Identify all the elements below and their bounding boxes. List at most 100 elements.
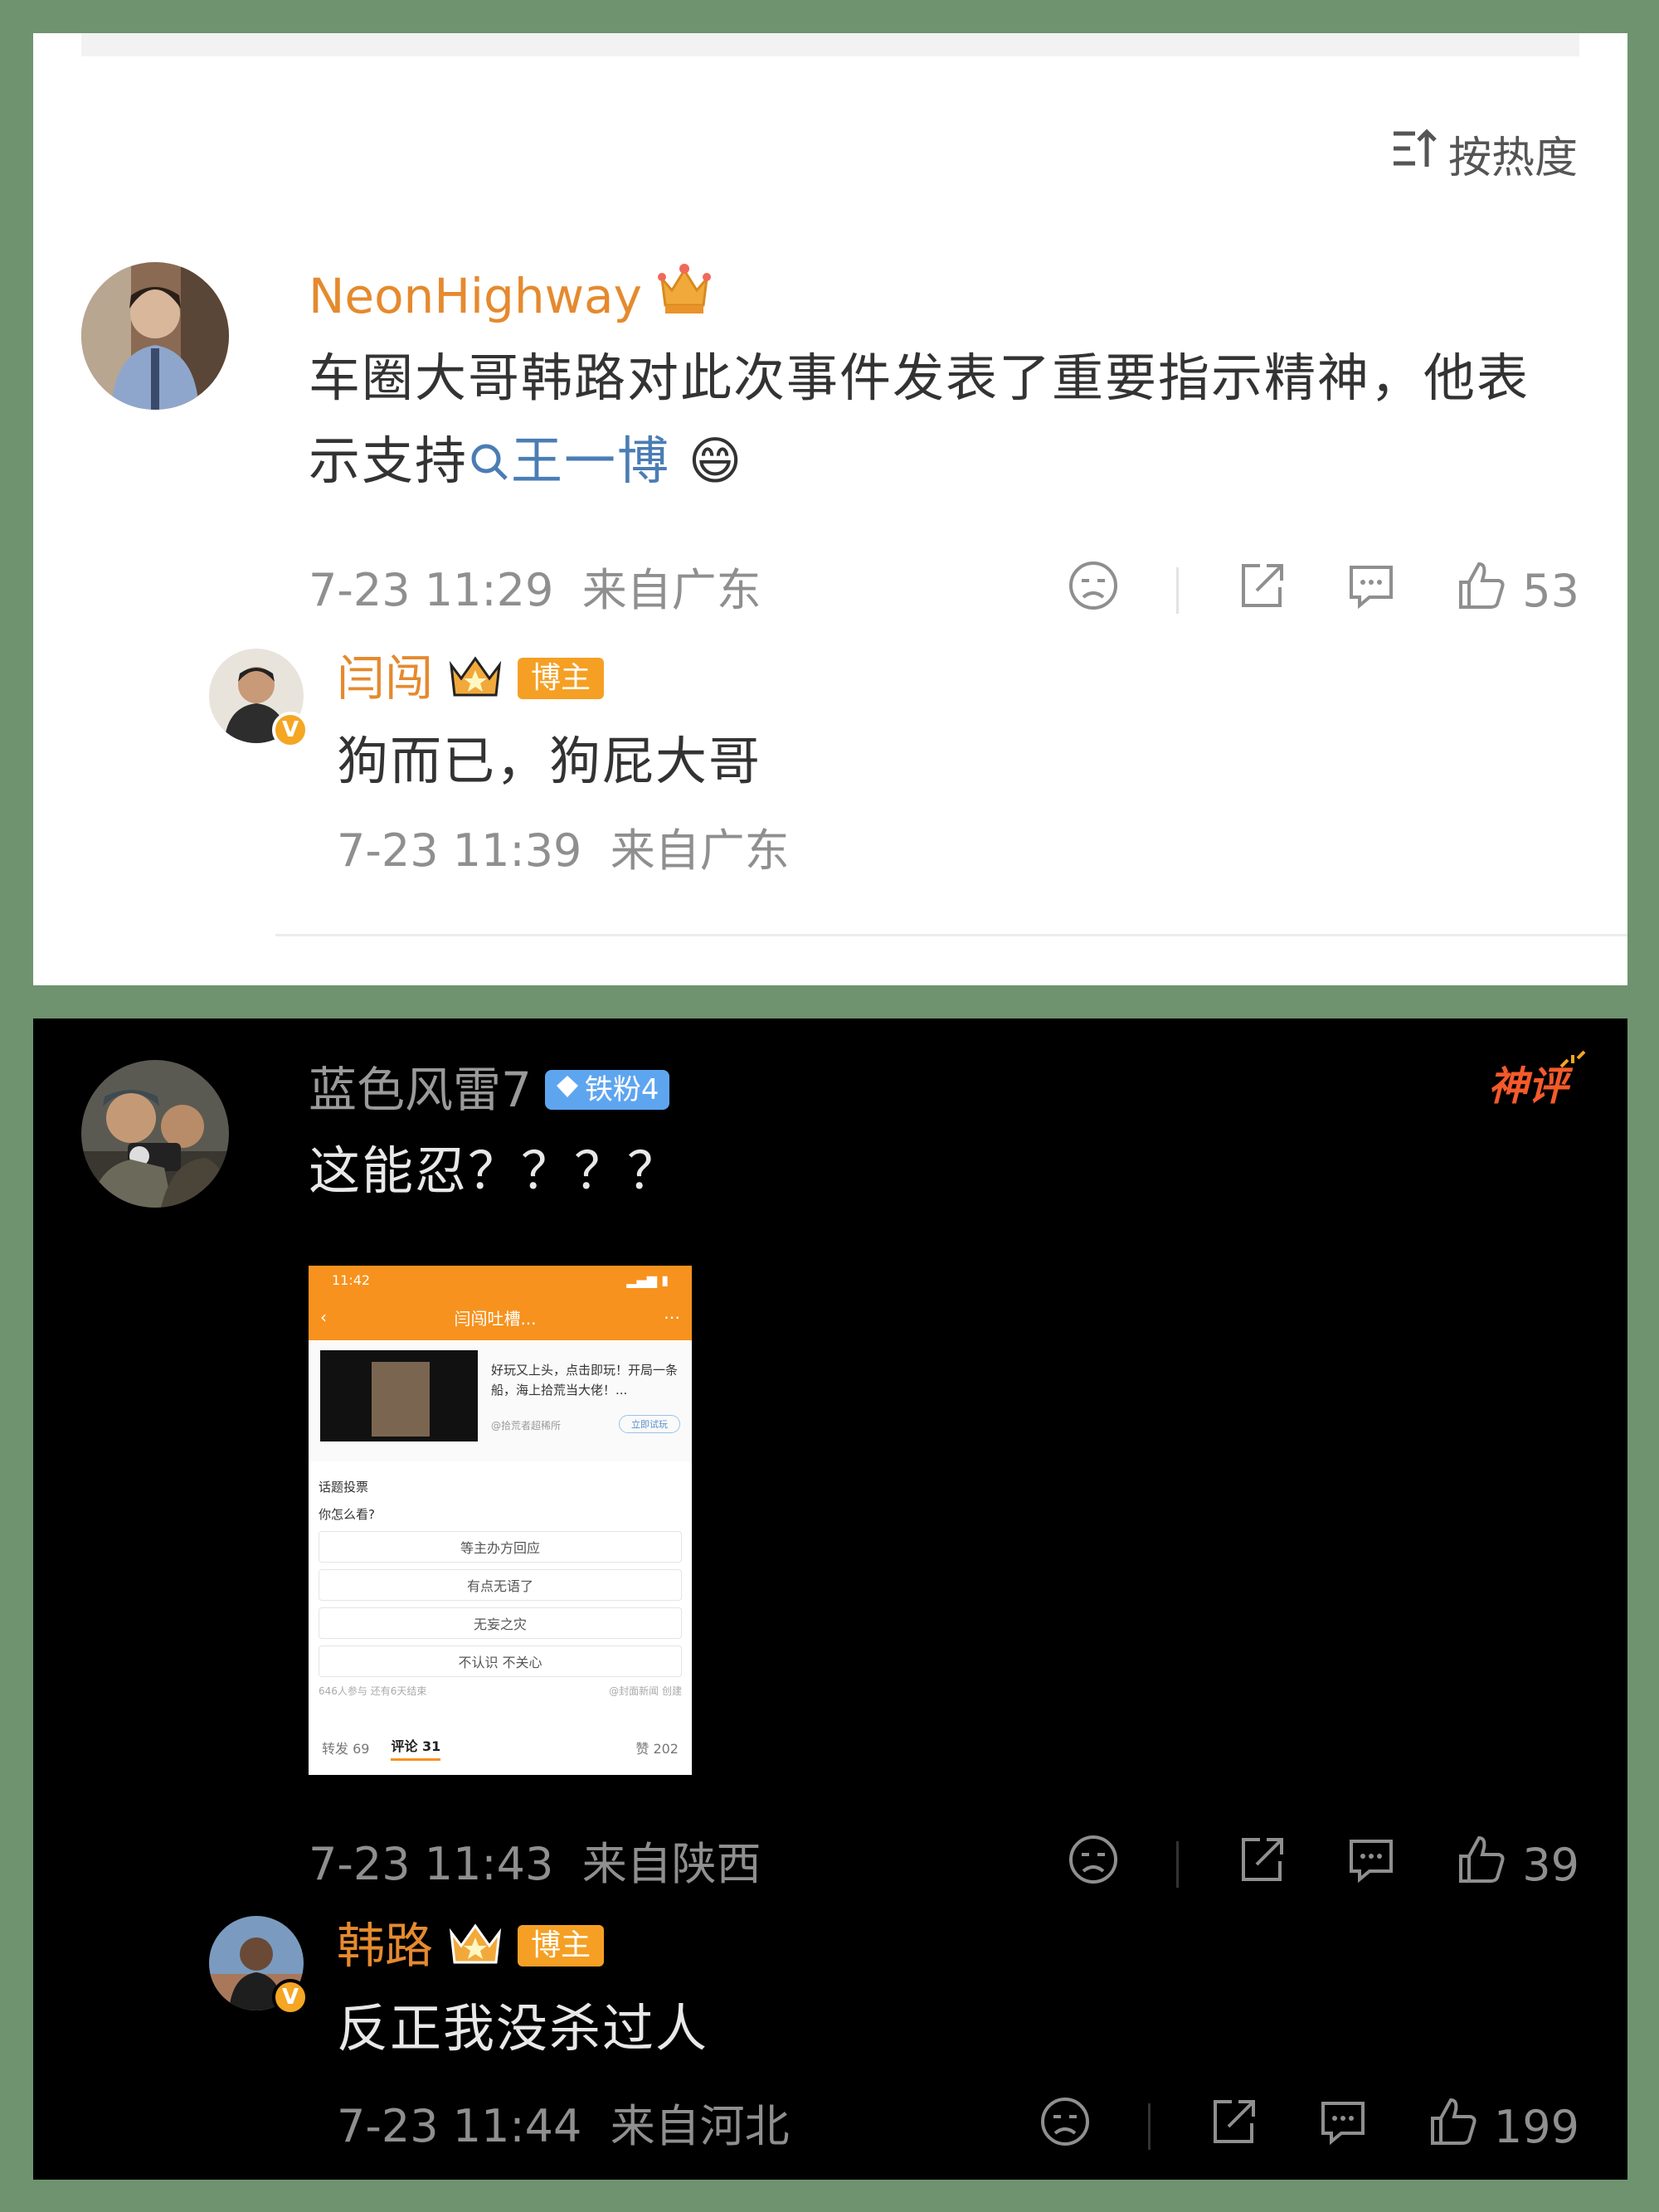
sort-by-hot-button[interactable]: 按热度 [1390, 123, 1578, 185]
vote-option: 有点无语了 [319, 1569, 682, 1601]
vote-participants: 646人参与 还有6天结束 [319, 1685, 427, 1697]
username-row: NeonHighway [309, 262, 1579, 330]
sad-face-icon [1067, 559, 1120, 623]
avatar[interactable] [81, 1060, 229, 1208]
host-crown-icon [446, 1921, 504, 1971]
reply-time: 7-23 11:44 [337, 2100, 582, 2152]
like-count: 39 [1522, 1838, 1579, 1891]
embedded-nav-title: 闫闯吐槽... [454, 1308, 537, 1329]
like-button[interactable]: 39 [1454, 1833, 1579, 1897]
comment-location: 来自陕西 [581, 1838, 761, 1890]
reply-button[interactable] [1345, 559, 1398, 623]
verified-badge-icon: V [272, 712, 309, 748]
sad-face-icon [1067, 1833, 1120, 1897]
back-icon: ‹ [320, 1307, 327, 1327]
dislike-button[interactable] [1067, 559, 1120, 623]
thumbs-up-icon [1454, 559, 1507, 623]
vote-option: 不认识 不关心 [319, 1646, 682, 1677]
reply-location: 来自河北 [610, 2100, 790, 2152]
comment-time: 7-23 11:43 [309, 1838, 554, 1890]
comment-bubble-icon [1316, 2095, 1370, 2159]
fan-badge-label: 铁粉4 [584, 1073, 659, 1106]
reply-text: 狗而已，狗屁大哥 [337, 731, 762, 791]
more-icon: ⋯ [663, 1307, 680, 1327]
share-icon [1235, 559, 1288, 623]
reply-time: 7-23 11:39 [337, 824, 582, 877]
thumbs-up-icon [1454, 1833, 1507, 1897]
comment-actions: 39 [1010, 1831, 1579, 1898]
username-row: 闫闯 博主 [337, 649, 1579, 708]
vote-creator: @封面新闻 创建 [609, 1685, 682, 1697]
avatar[interactable] [81, 262, 229, 410]
reply-meta: 7-23 11:39 来自广东 [337, 818, 1579, 884]
signal-battery-icon: ▂▄▆ ▮ [626, 1271, 669, 1288]
comment-bubble-icon [1345, 1833, 1398, 1897]
comment-location: 来自广东 [581, 564, 761, 616]
embedded-ad: 好玩又上头，点击即玩！开局一条船，海上拾荒当大佬！... @拾荒者超稀所 立即试… [309, 1342, 692, 1461]
like-button[interactable]: 53 [1454, 559, 1579, 623]
laughing-emoji: 😄 [688, 430, 744, 491]
share-button[interactable] [1235, 559, 1288, 623]
comment-panel-light: 按热度 NeonHighway 车圈大哥韩路对此次事件发表了重要指示精神，他表示… [33, 33, 1627, 985]
username[interactable]: NeonHighway [309, 266, 642, 326]
reply-button[interactable] [1345, 1833, 1398, 1897]
dislike-button[interactable] [1039, 2095, 1092, 2159]
username[interactable]: 韩路 [337, 1916, 433, 1976]
host-badge: 博主 [518, 658, 605, 699]
comment-meta: 7-23 11:29 来自广东 [309, 557, 761, 624]
comment-text: 车圈大哥韩路对此次事件发表了重要指示精神，他表示支持 王一博 😄 [309, 337, 1579, 503]
share-button[interactable] [1235, 1833, 1288, 1897]
ad-button: 立即试玩 [619, 1415, 680, 1433]
like-button[interactable]: 199 [1426, 2095, 1579, 2159]
username[interactable]: 闫闯 [337, 649, 433, 708]
reply-location: 来自广东 [610, 824, 790, 877]
username[interactable]: 蓝色风雷7 [309, 1060, 532, 1120]
ad-text: 好玩又上头，点击即玩！开局一条船，海上拾荒当大佬！... [491, 1363, 679, 1398]
embedded-time: 11:42 [332, 1271, 371, 1288]
action-separator [1147, 2103, 1151, 2150]
comment-actions: 53 [1010, 557, 1579, 624]
reply-meta: 7-23 11:44 来自河北 [337, 2093, 790, 2160]
top-divider [81, 33, 1579, 56]
comment-meta: 7-23 11:43 来自陕西 [309, 1831, 761, 1898]
crown-icon [655, 262, 713, 330]
comment-text: 这能忍？？？？ [309, 1140, 681, 1201]
vote-option: 无妄之灾 [319, 1607, 682, 1639]
thumbs-up-icon [1426, 2095, 1479, 2159]
embedded-tab-comment: 评论 31 [391, 1735, 441, 1761]
comment-bubble-icon [1345, 559, 1398, 623]
dislike-button[interactable] [1067, 1833, 1120, 1897]
embedded-status-bar: 11:42 ▂▄▆ ▮ [309, 1266, 692, 1294]
comment-panel-dark: 神评 蓝色风雷7 铁粉4 这能忍？？？？ 11:42 ▂▄▆ ▮ ‹ 闫闯吐槽.… [33, 1018, 1627, 2180]
action-separator [1176, 1841, 1180, 1888]
vote-title: 话题投票 [319, 1480, 369, 1495]
vote-footer: 646人参与 还有6天结束 @封面新闻 创建 [319, 1684, 682, 1698]
verified-badge-icon: V [272, 1979, 309, 2015]
like-count: 53 [1522, 564, 1579, 617]
embedded-image[interactable]: 11:42 ▂▄▆ ▮ ‹ 闫闯吐槽... ⋯ 好玩又上头，点击即玩！开局一条船… [309, 1266, 692, 1775]
ad-image [320, 1350, 478, 1441]
reply-text: 反正我没杀过人 [337, 1998, 709, 2059]
share-button[interactable] [1207, 2095, 1260, 2159]
sort-label: 按热度 [1447, 134, 1578, 183]
embedded-vote: 话题投票 你怎么看? 等主办方回应 有点无语了 无妄之灾 不认识 不关心 646… [309, 1468, 692, 1717]
embedded-nav-bar: ‹ 闫闯吐槽... ⋯ [309, 1294, 692, 1340]
sort-icon [1390, 125, 1440, 182]
reply-actions: 199 [982, 2093, 1579, 2160]
share-icon [1207, 2095, 1260, 2159]
ad-source: @拾荒者超稀所 [491, 1420, 562, 1432]
comment-item: 蓝色风雷7 铁粉4 这能忍？？？？ 11:42 ▂▄▆ ▮ ‹ 闫闯吐槽... … [81, 1060, 1579, 1891]
topic-label: 王一博 [511, 430, 671, 491]
fan-badge: 铁粉4 [544, 1070, 669, 1110]
topic-link[interactable]: 王一博 [468, 430, 670, 491]
section-divider [275, 934, 1627, 936]
reply-item: V 闫闯 博主 狗而已，狗屁大哥 7-23 11:39 来自广东 [209, 649, 1579, 922]
embedded-tab-repost: 转发 69 [322, 1741, 370, 1757]
action-separator [1176, 567, 1180, 614]
share-icon [1235, 1833, 1288, 1897]
reply-button[interactable] [1316, 2095, 1370, 2159]
like-count: 199 [1493, 2100, 1579, 2153]
sad-face-icon [1039, 2095, 1092, 2159]
embedded-tabs: 转发 69 评论 31 赞 202 [309, 1720, 692, 1775]
vote-option: 等主办方回应 [319, 1531, 682, 1563]
